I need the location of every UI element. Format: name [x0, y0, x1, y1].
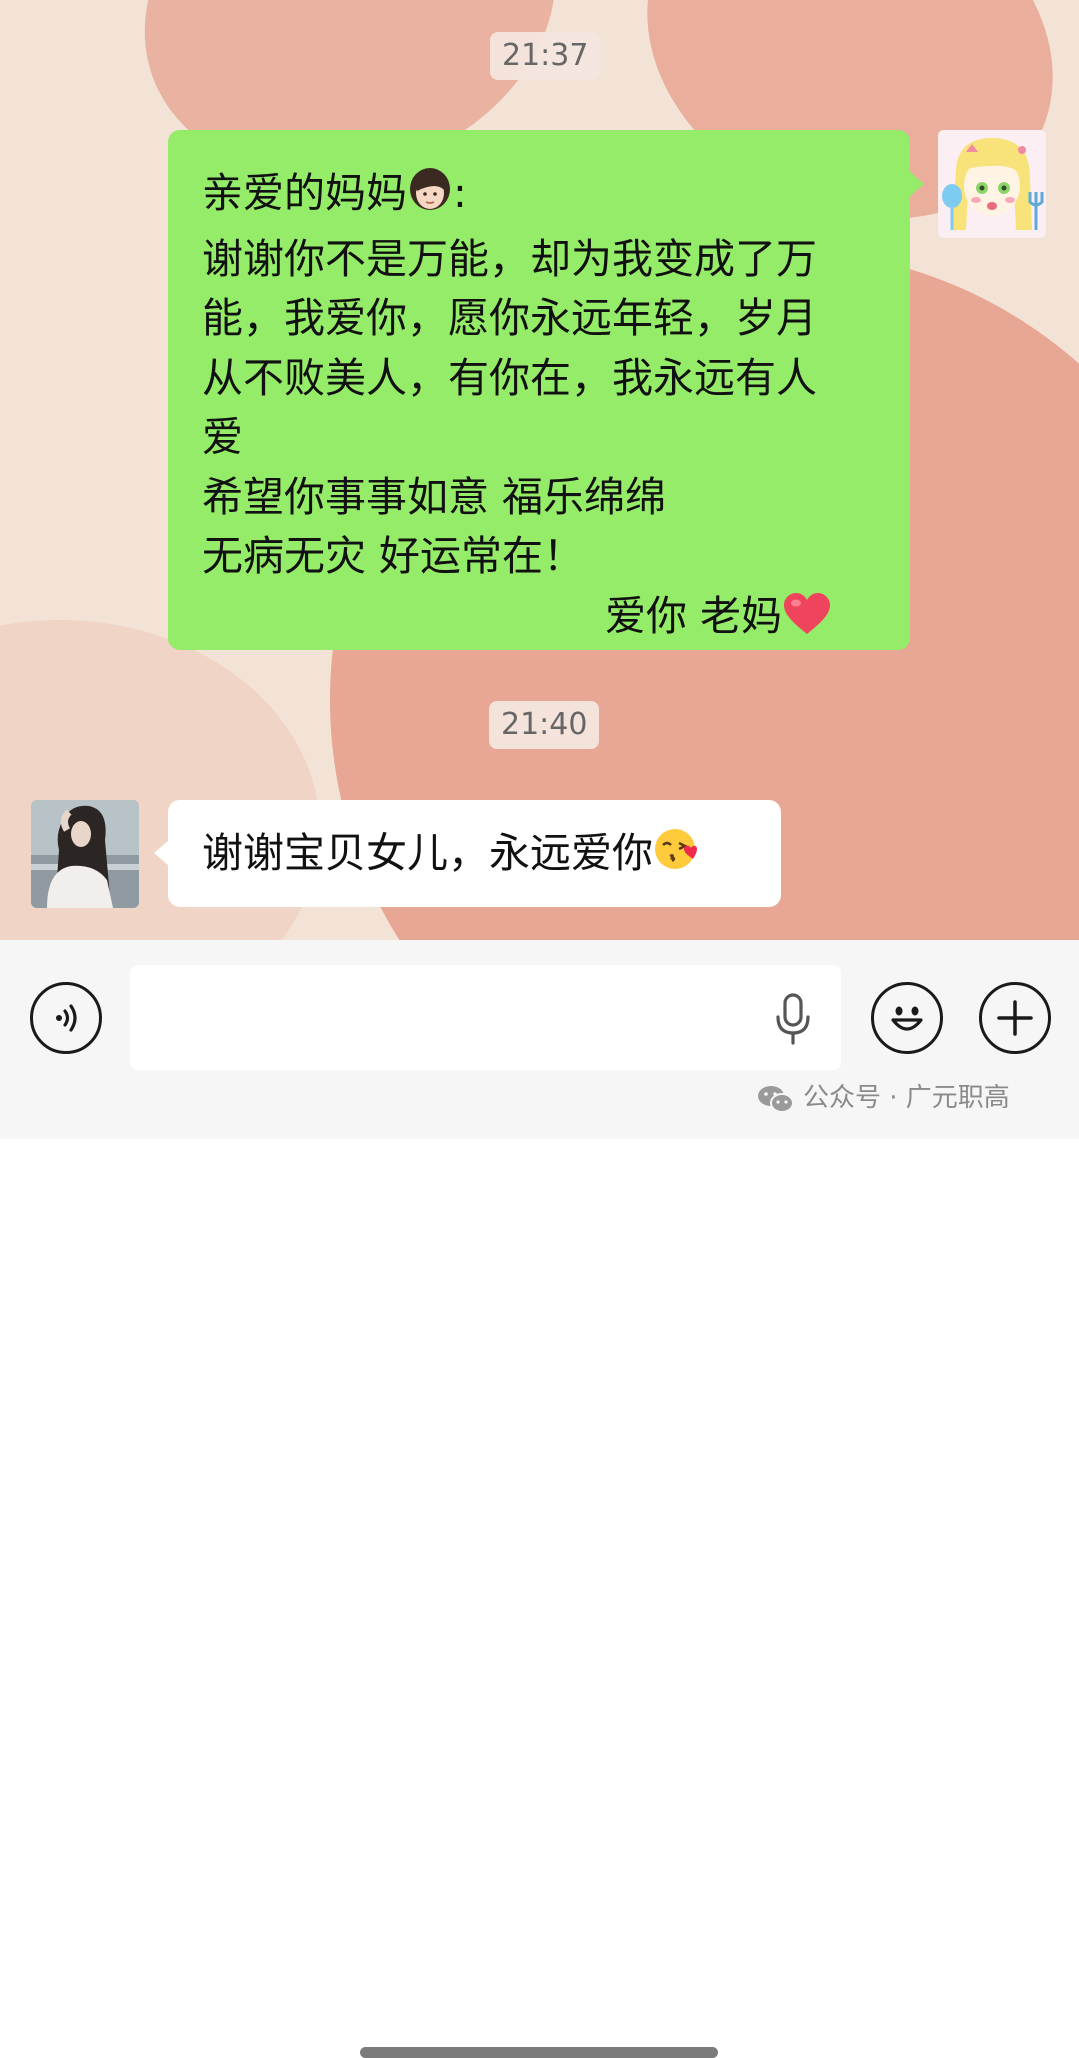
contact-avatar[interactable] [31, 800, 139, 908]
more-options-button[interactable] [979, 982, 1051, 1054]
received-message-text: 谢谢宝贝女儿，永远爱你 [202, 829, 653, 877]
emoji-button[interactable] [871, 982, 943, 1054]
input-bar: 公众号 · 广元职高 [0, 940, 1079, 2058]
message-line: 谢谢你不是万能，却为我变成了万 [202, 234, 817, 283]
woman-face-emoji [407, 167, 453, 230]
chat-background: 21:37 亲爱的妈妈: 谢谢你不是万能，却为我变成了万 能，我爱你，愿你永远年… [0, 0, 1079, 940]
message-input[interactable] [130, 965, 841, 1070]
sent-message-bubble[interactable]: 亲爱的妈妈: 谢谢你不是万能，却为我变成了万 能，我爱你，愿你永远年轻，岁月 从… [168, 130, 924, 653]
plus-icon [997, 1000, 1033, 1036]
microphone-icon[interactable] [773, 993, 813, 1045]
message-line: 无病无灾 好运常在！ [202, 532, 585, 580]
red-heart-emoji [782, 592, 832, 653]
my-avatar[interactable] [938, 130, 1046, 238]
face-blowing-kiss-emoji [653, 806, 701, 913]
voice-icon [56, 1004, 77, 1032]
emoji-icon [891, 1006, 923, 1031]
message-line: 能，我爱你，愿你永远年轻，岁月 [202, 294, 817, 342]
watermark-text: 公众号 · 广元职高 [803, 1083, 1010, 1113]
message-signature: 爱你 老妈 [202, 587, 876, 653]
message-line: 亲爱的妈妈: [202, 164, 876, 230]
wechat-icon [757, 1084, 795, 1124]
contact-photo-icon [31, 800, 139, 908]
timestamp: 21:37 [490, 32, 601, 80]
message-line: 希望你事事如意 福乐绵绵 [202, 472, 667, 521]
watermark: 公众号 · 广元职高 [757, 1080, 1010, 1116]
received-message-bubble[interactable]: 谢谢宝贝女儿，永远爱你 [154, 800, 781, 907]
message-line: 爱 [202, 413, 243, 461]
voice-mode-button[interactable] [30, 982, 102, 1054]
home-indicator[interactable] [360, 2047, 718, 2058]
timestamp: 21:40 [489, 701, 600, 749]
cartoon-girl-avatar-icon [938, 130, 1046, 238]
message-line: 从不败美人，有你在，我永远有人 [202, 353, 817, 402]
